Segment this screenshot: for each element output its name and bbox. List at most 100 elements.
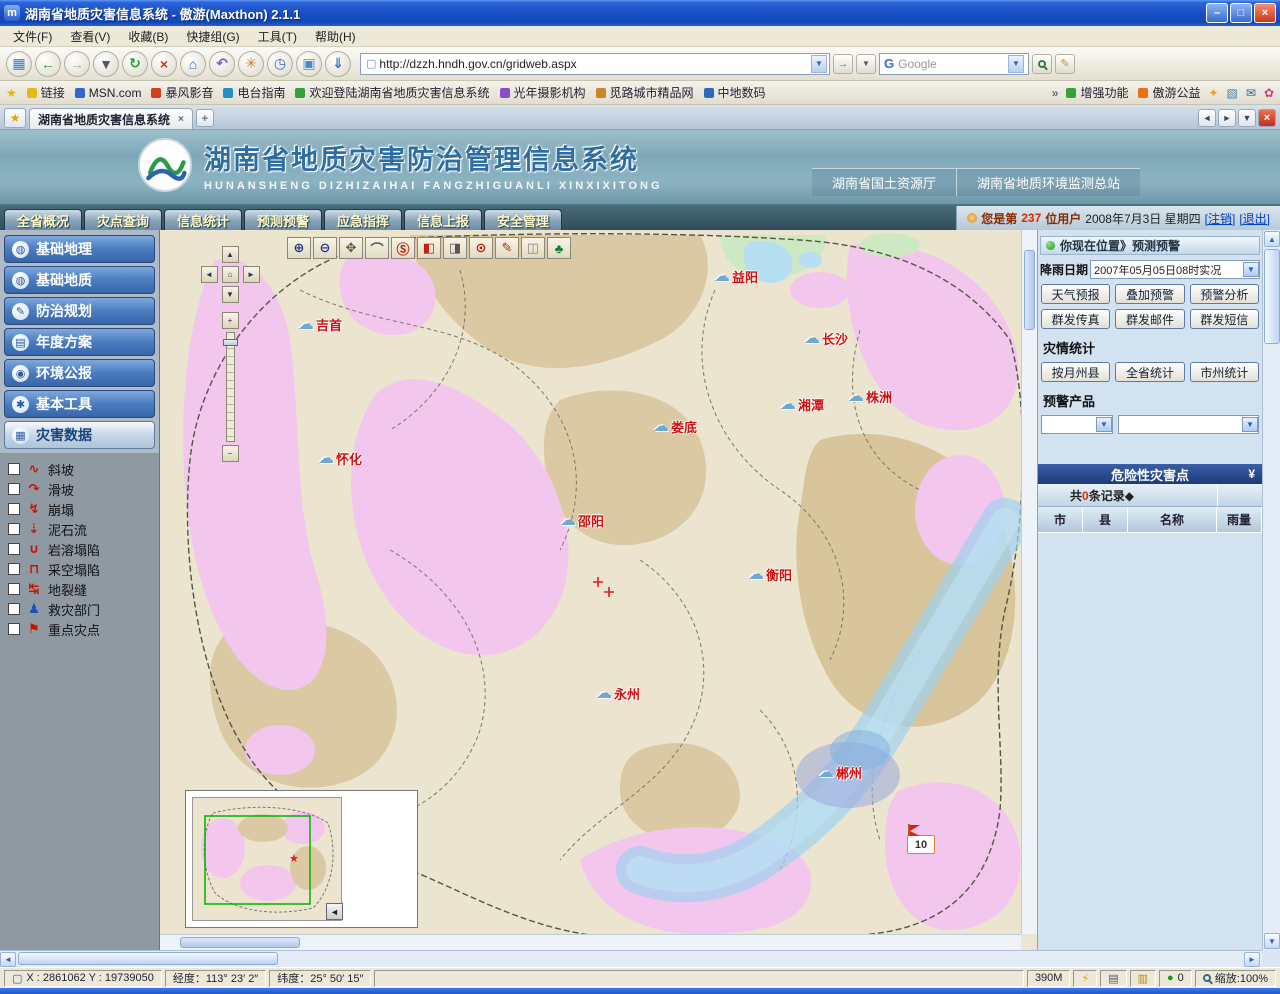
layer-checkbox[interactable] [8,463,20,475]
nav-tab[interactable]: 应急指挥 [324,209,402,230]
menu-item[interactable]: 快捷组(G) [177,26,248,47]
map-select-circle-icon[interactable]: Ⓢ [391,237,415,259]
pan-down-button[interactable]: ▼ [222,286,239,303]
blocked-popups-status[interactable]: ● 0 [1159,970,1192,987]
collapse-icon[interactable]: ¥ [1248,467,1255,481]
city-marker[interactable]: ☁ 长沙 [804,328,848,348]
rainfall-flag-marker[interactable]: 10 [907,835,935,854]
fill-form-button[interactable]: ✎ [1055,54,1075,74]
zoom-in-button[interactable]: + [222,312,239,329]
zoom-slider[interactable] [226,332,235,442]
pan-up-button[interactable]: ▲ [222,246,239,263]
map-vertical-scrollbar[interactable] [1021,230,1037,934]
search-box[interactable]: G Google ▼ [879,53,1029,75]
map-zoom-out-icon[interactable]: ⊖ [313,237,337,259]
history-clock-button[interactable]: ◷ [267,51,293,77]
link-item[interactable]: 欢迎登陆湖南省地质灾害信息系统 [295,84,489,101]
download-button[interactable]: ⇓ [325,51,351,77]
search-engine-dropdown[interactable]: ▼ [1008,55,1024,73]
gift-icon[interactable]: ✿ [1264,86,1274,100]
scroll-right-button[interactable]: ► [1244,952,1260,967]
layer-checkbox[interactable] [8,603,20,615]
sidebar-btn-basic-tools[interactable]: ✱ 基本工具 [4,390,155,418]
link-item[interactable]: MSN.com [75,84,142,101]
map-measure-icon[interactable]: ⌒ [365,237,389,259]
link-item[interactable]: 暴风影音 [151,84,213,101]
layer-checkbox[interactable] [8,523,20,535]
overview-collapse-button[interactable]: ◄ [326,903,343,920]
rain-date-select[interactable]: 2007年05月05日08时实况 ▼ [1090,260,1260,279]
address-input[interactable] [379,57,811,71]
tab-list-dropdown[interactable]: ▼ [1238,109,1256,127]
city-marker[interactable]: ☁ 娄底 [653,416,697,436]
layer-checkbox[interactable] [8,543,20,555]
sidebar-btn-disaster-data[interactable]: ▦ 灾害数据 [4,421,155,449]
exit-link[interactable]: [退出] [1239,210,1270,227]
maximize-button[interactable]: □ [1230,3,1252,23]
group-sms-button[interactable]: 群发短信 [1190,309,1259,329]
sidebar-btn-env-bulletin[interactable]: ◉ 环境公报 [4,359,155,387]
new-page-button[interactable]: ▦ [6,51,32,77]
zoom-out-button[interactable]: − [222,445,239,462]
scroll-left-button[interactable]: ◄ [0,952,16,967]
sidebar-btn-prevention-plan[interactable]: ✎ 防治规划 [4,297,155,325]
province-stats-button[interactable]: 全省统计 [1115,362,1184,382]
nav-history-dropdown[interactable]: ▼ [93,51,119,77]
map-select-rect-icon[interactable]: ◧ [417,237,441,259]
link-item[interactable]: 觅路城市精品网 [596,84,694,101]
map-zoom-in-icon[interactable]: ⊕ [287,237,311,259]
skin-icon[interactable]: ▧ [1227,86,1238,100]
menu-item[interactable]: 收藏(B) [119,26,177,47]
map-horizontal-scrollbar[interactable] [160,934,1021,950]
group-fax-button[interactable]: 群发传真 [1041,309,1110,329]
vscroll-thumb[interactable] [1264,249,1280,344]
city-marker[interactable]: ☁ 邵阳 [560,510,604,530]
layer-checkbox[interactable] [8,503,20,515]
link-geo-env-monitor-station[interactable]: 湖南省地质环境监测总站 [956,169,1140,196]
nav-tab[interactable]: 全省概况 [4,209,82,230]
link-land-resources-dept[interactable]: 湖南省国土资源厅 [812,169,956,196]
group-email-button[interactable]: 群发邮件 [1115,309,1184,329]
close-tab-button[interactable]: × [1258,109,1276,127]
undo-button[interactable]: ↶ [209,51,235,77]
lightbulb-icon[interactable]: ✦ [1208,86,1218,100]
tab-close-icon[interactable]: × [178,114,184,125]
zoom-slider-thumb[interactable] [223,339,238,346]
scroll-down-button[interactable]: ▼ [1264,933,1280,949]
go-button[interactable]: → [833,54,853,74]
snapshot-button[interactable]: ▣ [296,51,322,77]
city-marker[interactable]: ☁ 永州 [596,683,640,703]
map-pan-icon[interactable]: ✥ [339,237,363,259]
link-item[interactable]: 电台指南 [223,84,285,101]
weather-forecast-button[interactable]: 天气预报 [1041,284,1110,304]
map-vscroll-thumb[interactable] [1024,250,1035,330]
link-item[interactable]: 链接 [27,84,65,101]
tab-scroll-right-button[interactable]: ► [1218,109,1236,127]
map-eraser-icon[interactable]: ◫ [521,237,545,259]
city-marker[interactable]: ☁ 湘潭 [780,394,824,414]
chevron-down-icon[interactable]: ▼ [1096,417,1112,432]
nav-tab[interactable]: 信息统计 [164,209,242,230]
product-type-select[interactable]: ▼ [1041,415,1113,434]
map-clear-selection-icon[interactable]: ◨ [443,237,467,259]
forward-button[interactable]: → [64,51,90,77]
minimize-button[interactable]: – [1206,3,1228,23]
filter-button[interactable]: ✳ [238,51,264,77]
print-button[interactable]: ▤ [1100,970,1126,987]
map-mark-icon[interactable]: ✎ [495,237,519,259]
zoom-status[interactable]: 缩放:100% [1195,970,1276,987]
map-identify-icon[interactable]: ⊙ [469,237,493,259]
overview-map[interactable]: ★ [192,797,342,921]
product-item-select[interactable]: ▼ [1118,415,1259,434]
city-marker[interactable]: ☁ 郴州 [818,762,862,782]
logout-link[interactable]: [注销] [1205,210,1236,227]
warning-analysis-button[interactable]: 预警分析 [1190,284,1259,304]
pan-right-button[interactable]: ► [243,266,260,283]
favorites-star-icon[interactable]: ★ [6,86,17,100]
refresh-button[interactable]: ↻ [122,51,148,77]
home-button[interactable]: ⌂ [180,51,206,77]
boost-button[interactable]: ⚡ [1073,970,1097,987]
menu-item[interactable]: 工具(T) [249,26,306,47]
map-legend-icon[interactable]: ♣ [547,237,571,259]
sidebar-btn-annual-plan[interactable]: ▤ 年度方案 [4,328,155,356]
